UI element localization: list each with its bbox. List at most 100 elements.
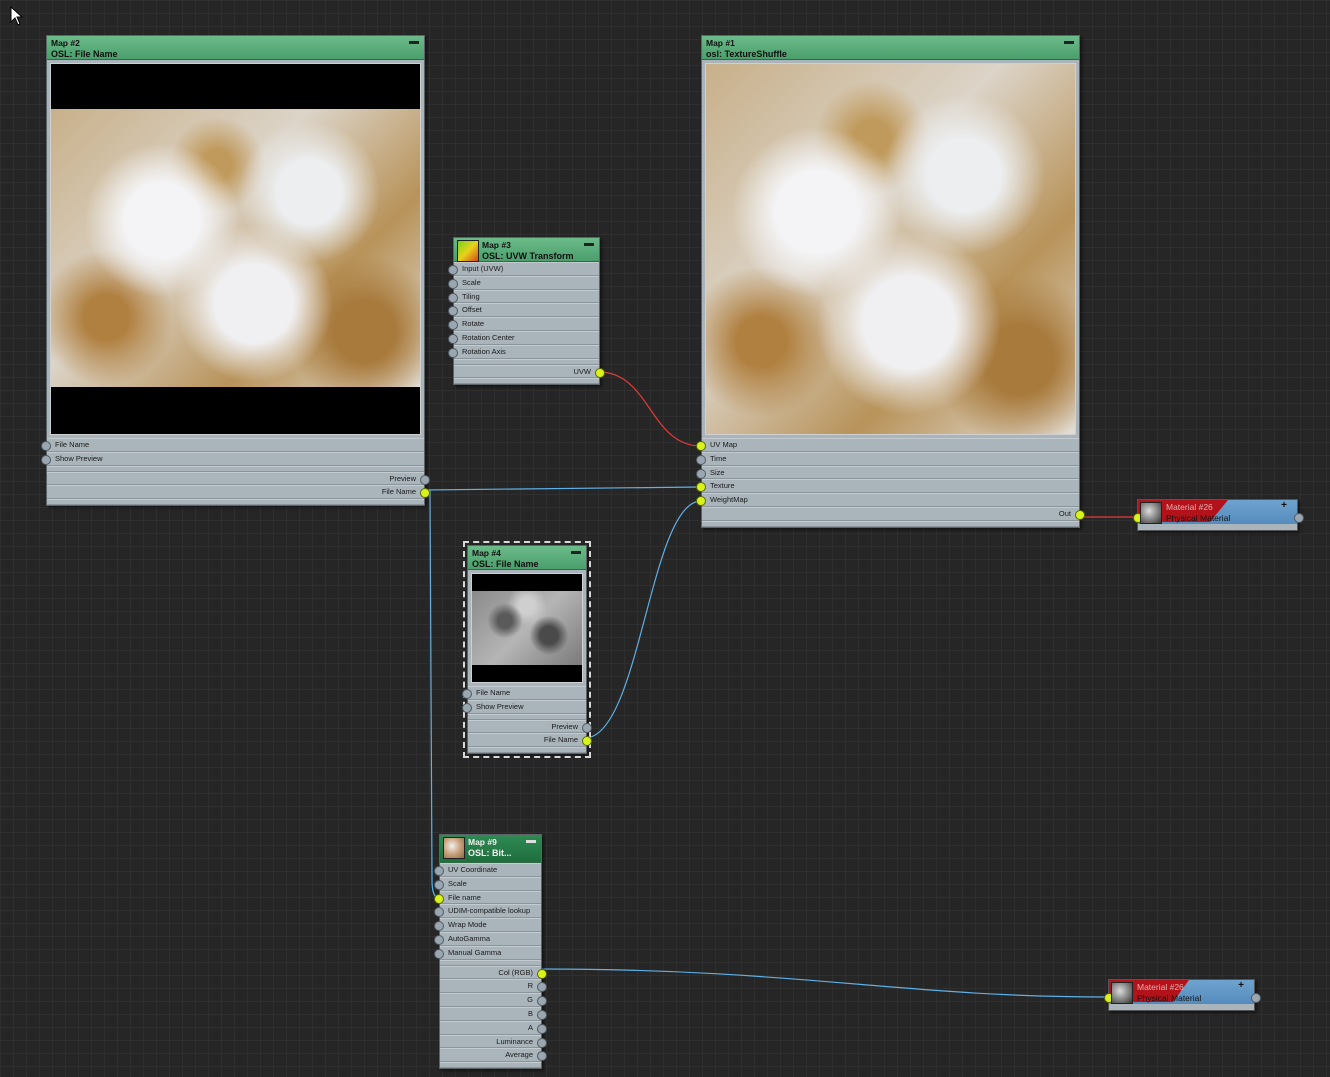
input-socket[interactable] bbox=[434, 907, 444, 918]
node-header[interactable]: Map #3 OSL: UVW Transform ▬ bbox=[454, 238, 599, 262]
minimize-icon[interactable]: ▬ bbox=[409, 36, 419, 47]
node-header[interactable]: Map #9 OSL: Bit... ▬ bbox=[440, 835, 541, 863]
socket-label: A bbox=[527, 1022, 533, 1032]
node-footer bbox=[1109, 1004, 1254, 1010]
input-socket[interactable] bbox=[696, 468, 706, 479]
output-socket-row: UVW bbox=[454, 364, 605, 379]
output-socket[interactable] bbox=[537, 1051, 547, 1062]
spacer bbox=[454, 378, 599, 385]
spacer bbox=[702, 520, 1079, 527]
input-socket[interactable] bbox=[434, 934, 444, 945]
socket-label: Rotation Axis bbox=[462, 346, 506, 356]
minimize-icon[interactable]: ▬ bbox=[571, 546, 581, 557]
input-socket[interactable] bbox=[448, 333, 458, 344]
socket-label: UV Map bbox=[710, 440, 738, 449]
spacer bbox=[468, 747, 586, 754]
input-socket-row: Texture bbox=[696, 479, 1079, 494]
output-socket[interactable] bbox=[537, 1023, 547, 1034]
node-header[interactable]: Map #1 osl: TextureShuffle ▬ bbox=[702, 36, 1079, 60]
socket-label: WeightMap bbox=[710, 495, 748, 505]
input-socket[interactable] bbox=[434, 893, 444, 904]
material-node[interactable]: Material #26 Physical Material + bbox=[1104, 979, 1261, 1011]
node-map-9[interactable]: Map #9 OSL: Bit... ▬ UV Coordinate Scale… bbox=[434, 834, 547, 1070]
output-socket[interactable] bbox=[537, 1037, 547, 1048]
input-socket[interactable] bbox=[448, 265, 458, 275]
socket-label: Wrap Mode bbox=[448, 920, 487, 930]
input-socket-row: Offset bbox=[448, 303, 599, 318]
node-header[interactable]: Map #2 OSL: File Name ▬ bbox=[47, 36, 424, 60]
plus-icon[interactable]: + bbox=[1238, 980, 1244, 991]
socket-label: UDIM-compatible lookup bbox=[448, 906, 531, 916]
input-socket[interactable] bbox=[434, 921, 444, 932]
output-socket[interactable] bbox=[420, 488, 430, 499]
socket-label: File Name bbox=[381, 487, 416, 497]
output-socket[interactable] bbox=[1294, 513, 1304, 523]
input-socket[interactable] bbox=[696, 482, 706, 493]
socket-label: Show Preview bbox=[55, 453, 103, 463]
node-map-1[interactable]: Map #1 osl: TextureShuffle ▬ UV Map Time… bbox=[696, 35, 1085, 528]
input-socket[interactable] bbox=[434, 948, 444, 959]
output-socket-row: File Name bbox=[47, 485, 430, 500]
gradient-thumbnail-icon bbox=[457, 240, 479, 262]
input-socket-row: UV Map bbox=[696, 438, 1079, 452]
socket-label: Col (RGB) bbox=[498, 967, 533, 977]
output-socket[interactable] bbox=[582, 736, 592, 747]
input-socket[interactable] bbox=[448, 292, 458, 303]
socket-label: Input (UVW) bbox=[462, 264, 504, 273]
socket-label: Preview bbox=[551, 721, 578, 731]
input-socket[interactable] bbox=[448, 278, 458, 289]
socket-label: Tiling bbox=[462, 291, 480, 301]
socket-label: Time bbox=[710, 453, 727, 463]
output-socket-row: Luminance bbox=[440, 1034, 547, 1049]
input-socket[interactable] bbox=[696, 496, 706, 507]
minimize-icon[interactable]: ▬ bbox=[584, 238, 594, 249]
node-subtitle: OSL: Bit... bbox=[468, 848, 512, 858]
node-header[interactable]: Map #4 OSL: File Name ▬ bbox=[468, 546, 586, 570]
input-socket-row: Scale bbox=[448, 275, 599, 290]
output-socket[interactable] bbox=[537, 968, 547, 979]
socket-label: File Name bbox=[543, 735, 578, 745]
input-socket-row: File Name bbox=[41, 438, 424, 452]
minimize-icon[interactable]: ▬ bbox=[1064, 36, 1074, 47]
input-socket-row: File name bbox=[434, 890, 541, 905]
input-socket[interactable] bbox=[41, 441, 51, 451]
input-socket-row: Show Preview bbox=[41, 451, 424, 466]
output-socket[interactable] bbox=[420, 474, 430, 485]
input-socket[interactable] bbox=[462, 702, 472, 713]
output-socket-row: A bbox=[440, 1020, 547, 1035]
input-socket[interactable] bbox=[696, 454, 706, 465]
output-socket[interactable] bbox=[1075, 509, 1085, 520]
input-socket[interactable] bbox=[41, 454, 51, 465]
material-node[interactable]: Material #26 Physical Material + bbox=[1133, 499, 1304, 531]
socket-label: Preview bbox=[389, 473, 416, 483]
output-socket-row: Average bbox=[440, 1048, 547, 1063]
node-map-4[interactable]: Map #4 OSL: File Name ▬ File Name Show P… bbox=[462, 540, 592, 759]
output-socket[interactable] bbox=[537, 996, 547, 1007]
plus-icon[interactable]: + bbox=[1281, 500, 1287, 511]
output-socket[interactable] bbox=[595, 367, 605, 378]
socket-label: Scale bbox=[448, 878, 467, 888]
input-socket[interactable] bbox=[434, 879, 444, 890]
output-socket-row: Preview bbox=[47, 471, 430, 486]
minimize-icon[interactable]: ▬ bbox=[526, 835, 536, 846]
input-socket[interactable] bbox=[434, 866, 444, 876]
input-socket-row: AutoGamma bbox=[434, 931, 541, 946]
input-socket[interactable] bbox=[696, 441, 706, 451]
material-title: Material #26 bbox=[1137, 982, 1184, 992]
mouse-cursor-icon bbox=[10, 6, 24, 26]
socket-label: G bbox=[527, 995, 533, 1005]
output-socket[interactable] bbox=[582, 722, 592, 733]
input-socket-row: Time bbox=[696, 451, 1079, 466]
material-title: Material #26 bbox=[1166, 502, 1213, 512]
output-socket[interactable] bbox=[537, 982, 547, 993]
socket-label: Luminance bbox=[496, 1036, 533, 1046]
input-socket[interactable] bbox=[448, 347, 458, 358]
input-socket[interactable] bbox=[448, 306, 458, 317]
node-map-2[interactable]: Map #2 OSL: File Name ▬ File Name Show P… bbox=[41, 35, 430, 507]
output-socket[interactable] bbox=[537, 1009, 547, 1020]
input-socket[interactable] bbox=[448, 320, 458, 331]
node-map-3[interactable]: Map #3 OSL: UVW Transform ▬ Input (UVW) … bbox=[448, 237, 605, 386]
output-socket[interactable] bbox=[1251, 993, 1261, 1003]
wire-filename-to-texture bbox=[423, 486, 702, 491]
input-socket[interactable] bbox=[462, 689, 472, 699]
